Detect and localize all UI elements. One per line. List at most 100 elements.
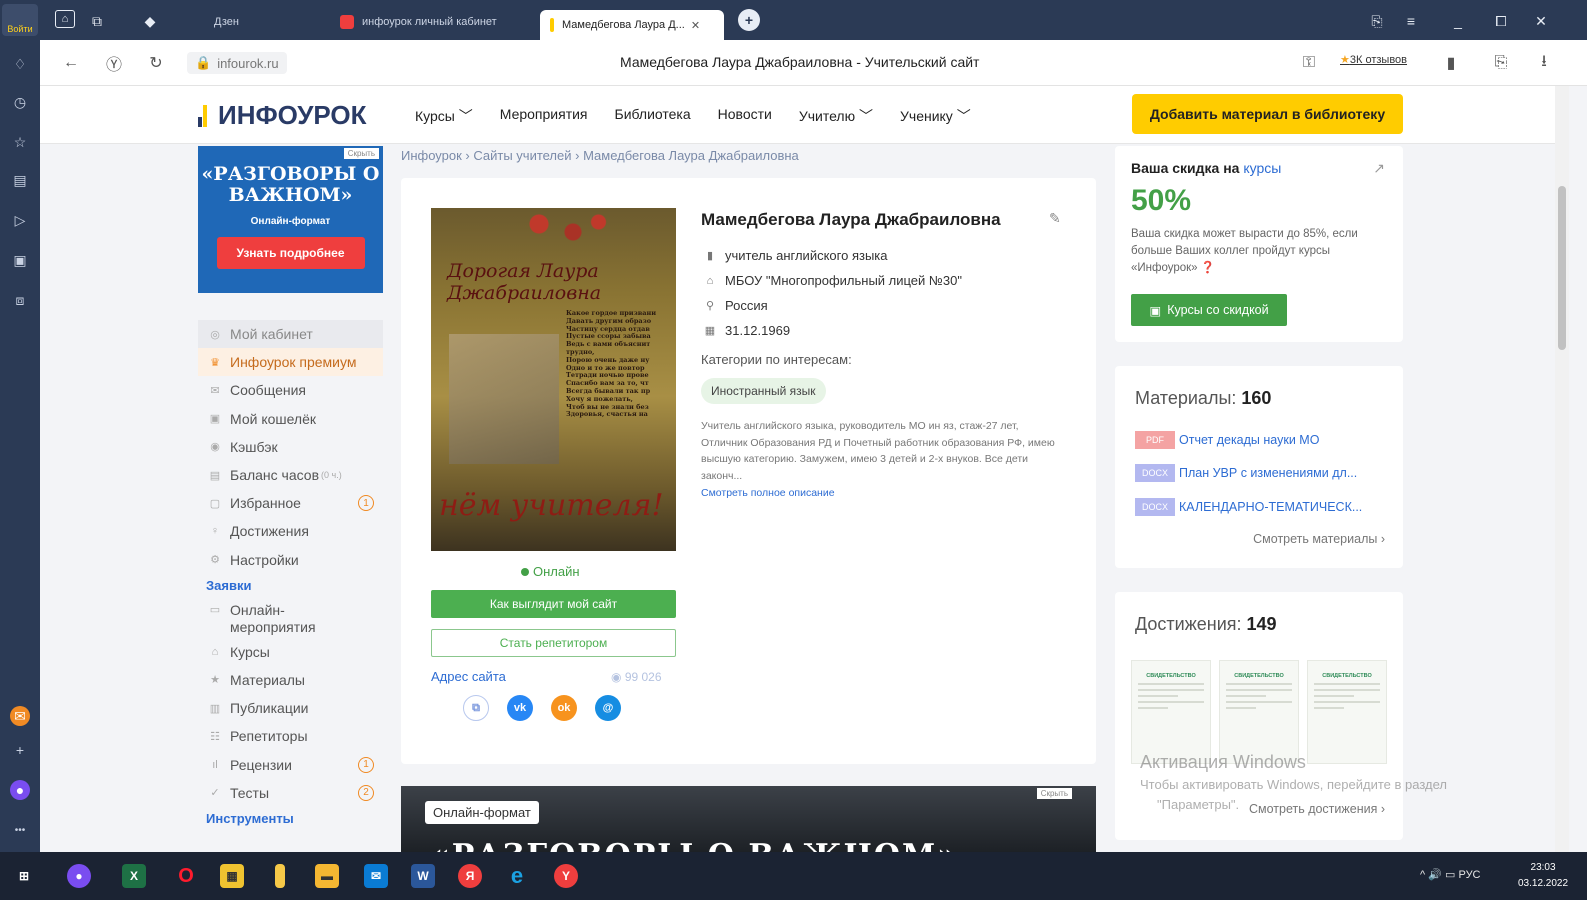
expand-arrow-icon[interactable]: ↗: [1373, 160, 1385, 177]
menu-item-online-events[interactable]: ▭ Онлайн-мероприятия: [198, 598, 383, 638]
promo-banner[interactable]: Скрыть «РАЗГОВОРЫ О ВАЖНОМ» Онлайн-форма…: [198, 146, 383, 293]
menu-item-publications[interactable]: ▥ Публикации: [198, 694, 383, 722]
page-scrollbar[interactable]: [1555, 86, 1569, 852]
bookmark-tab-icon[interactable]: ◆: [139, 10, 161, 32]
certificate-thumbnail[interactable]: СВИДЕТЕЛЬСТВО: [1131, 660, 1211, 764]
minimize-icon[interactable]: _: [1447, 10, 1469, 32]
alice-taskbar-icon[interactable]: ●: [67, 864, 91, 888]
promo-more-button[interactable]: Узнать подробнее: [216, 237, 365, 269]
menu-item-cashback[interactable]: ◉ Кэшбэк: [198, 433, 383, 461]
menu-icon[interactable]: ≡: [1400, 10, 1422, 32]
notes-icon[interactable]: ▤: [10, 170, 30, 190]
nav-teachers[interactable]: Учителю ﹀: [799, 106, 873, 126]
mail-app-icon[interactable]: ✉: [10, 706, 30, 726]
nav-news[interactable]: Новости: [718, 106, 772, 126]
tab-profile[interactable]: Мамедбегова Лаура Д... ✕: [540, 10, 724, 40]
material-item[interactable]: DOCX План УВР с изменениями дл...: [1135, 464, 1357, 482]
help-icon[interactable]: ❓: [1201, 262, 1215, 274]
word-icon[interactable]: W: [411, 864, 435, 888]
material-item[interactable]: DOCX КАЛЕНДАРНО-ТЕМАТИЧЕСК...: [1135, 498, 1362, 516]
network-icon[interactable]: ▭: [1445, 869, 1455, 881]
store-icon[interactable]: ▦: [220, 864, 244, 888]
notifications-icon[interactable]: ♢: [10, 54, 30, 74]
reviews-link[interactable]: ★3К отзывов: [1340, 53, 1407, 66]
start-icon[interactable]: ⊞: [12, 864, 36, 888]
menu-item-achievements[interactable]: ♀ Достижения: [198, 517, 383, 545]
menu-item-favorites[interactable]: ▢ Избранное 1: [198, 489, 383, 517]
nav-students[interactable]: Ученику ﹀: [900, 106, 971, 126]
infourok-logo[interactable]: ИНФОУРОК: [198, 100, 367, 131]
nav-courses[interactable]: Курсы ﹀: [415, 106, 473, 126]
media-icon[interactable]: ▷: [10, 210, 30, 230]
new-tab-icon[interactable]: +: [738, 9, 760, 31]
menu-item-premium[interactable]: ♛ Инфоурок премиум: [198, 348, 383, 377]
menu-item-tests[interactable]: ✓ Тесты 2: [198, 779, 383, 807]
chevron-up-icon[interactable]: ^: [1420, 869, 1425, 881]
restore-icon[interactable]: ⧠: [1490, 10, 1512, 32]
menu-item-materials[interactable]: ★ Материалы: [198, 666, 383, 694]
apps-icon[interactable]: ▣: [10, 250, 30, 270]
yandex-icon[interactable]: Ⓨ: [103, 52, 125, 74]
extension-icon[interactable]: ⚿: [1298, 52, 1320, 74]
certificate-thumbnail[interactable]: СВИДЕТЕЛЬСТВО: [1219, 660, 1299, 764]
reload-icon[interactable]: ↻: [145, 52, 167, 74]
history-icon[interactable]: ◷: [10, 92, 30, 112]
bookmark-icon[interactable]: ▮: [1440, 52, 1462, 74]
download-icon[interactable]: ⭳: [1533, 52, 1555, 74]
close-tab-icon[interactable]: ✕: [691, 19, 700, 32]
menu-item-courses[interactable]: ⌂ Курсы: [198, 638, 383, 666]
yandex-browser-icon[interactable]: Я: [458, 864, 482, 888]
tab-dzen[interactable]: Дзен: [204, 8, 324, 36]
interest-tag[interactable]: Иностранный язык: [701, 378, 826, 404]
signin-button[interactable]: Войти: [2, 4, 38, 36]
view-site-button[interactable]: Как выглядит мой сайт: [431, 590, 676, 618]
certificate-thumbnail[interactable]: СВИДЕТЕЛЬСТВО: [1307, 660, 1387, 764]
nav-library[interactable]: Библиотека: [615, 106, 691, 126]
breadcrumb[interactable]: Инфоурок › Сайты учителей › Мамедбегова …: [401, 148, 799, 163]
odnoklassniki-icon[interactable]: ok: [551, 695, 577, 721]
yandex-icon[interactable]: Y: [554, 864, 578, 888]
nav-events[interactable]: Мероприятия: [500, 106, 588, 126]
close-window-icon[interactable]: ✕: [1530, 10, 1552, 32]
opera-icon[interactable]: O: [174, 864, 198, 888]
clock[interactable]: 23:03 03.12.2022: [1518, 860, 1568, 892]
favorites-icon[interactable]: ☆: [10, 132, 30, 152]
home-tab-icon[interactable]: ⌂: [55, 10, 75, 28]
discount-courses-button[interactable]: ▣ Курсы со скидкой: [1131, 294, 1287, 326]
mailru-icon[interactable]: @: [595, 695, 621, 721]
add-material-button[interactable]: Добавить материал в библиотеку: [1132, 94, 1403, 134]
edit-pencil-icon[interactable]: ✎: [1049, 210, 1061, 227]
system-tray[interactable]: ^ 🔊 ▭ РУС: [1420, 868, 1481, 881]
menu-item-cabinet[interactable]: ◎ Мой кабинет: [198, 320, 383, 349]
menu-item-hours[interactable]: ▤ Баланс часов (0 ч.): [198, 461, 383, 489]
edge-icon[interactable]: e: [505, 863, 529, 888]
sticky-notes-icon[interactable]: [275, 864, 285, 888]
url-field[interactable]: 🔒 infourok.ru: [187, 52, 287, 74]
mail-taskbar-icon[interactable]: ✉: [364, 864, 388, 888]
reader-icon[interactable]: ⎘: [1490, 52, 1512, 74]
menu-item-tutors[interactable]: ☷ Репетиторы: [198, 722, 383, 750]
site-address-link[interactable]: Адрес сайта: [431, 669, 506, 684]
explorer-icon[interactable]: ▬: [315, 864, 339, 888]
menu-item-wallet[interactable]: ▣ Мой кошелёк: [198, 405, 383, 433]
screenshot-icon[interactable]: ⧈: [10, 290, 30, 310]
promo-banner-bottom[interactable]: Онлайн-формат Скрыть «РАЗГОВОРЫ О ВАЖНОМ…: [401, 786, 1096, 852]
tab-infourok-cabinet[interactable]: инфоурок личный кабинет: [330, 8, 526, 36]
menu-item-settings[interactable]: ⚙ Настройки: [198, 546, 383, 574]
become-tutor-button[interactable]: Стать репетитором: [431, 629, 676, 657]
alice-icon[interactable]: ●: [10, 780, 30, 800]
view-achievements-link[interactable]: Смотреть достижения ›: [1249, 802, 1385, 816]
add-app-icon[interactable]: +: [10, 740, 30, 760]
volume-icon[interactable]: 🔊: [1428, 869, 1442, 881]
view-materials-link[interactable]: Смотреть материалы ›: [1253, 532, 1385, 546]
courses-link[interactable]: курсы: [1243, 160, 1281, 176]
hide-promo-button[interactable]: Скрыть: [343, 148, 379, 159]
back-icon[interactable]: ←: [60, 52, 82, 74]
new-window-icon[interactable]: ⧉: [86, 10, 108, 32]
material-item[interactable]: PDF Отчет декады науки МО: [1135, 431, 1319, 449]
menu-item-reviews[interactable]: ıl Рецензии 1: [198, 750, 383, 778]
share-icon[interactable]: ⎘: [1366, 10, 1388, 32]
more-icon[interactable]: •••: [10, 820, 30, 840]
menu-item-messages[interactable]: ✉ Сообщения: [198, 376, 383, 404]
scrollbar-thumb[interactable]: [1558, 186, 1566, 350]
